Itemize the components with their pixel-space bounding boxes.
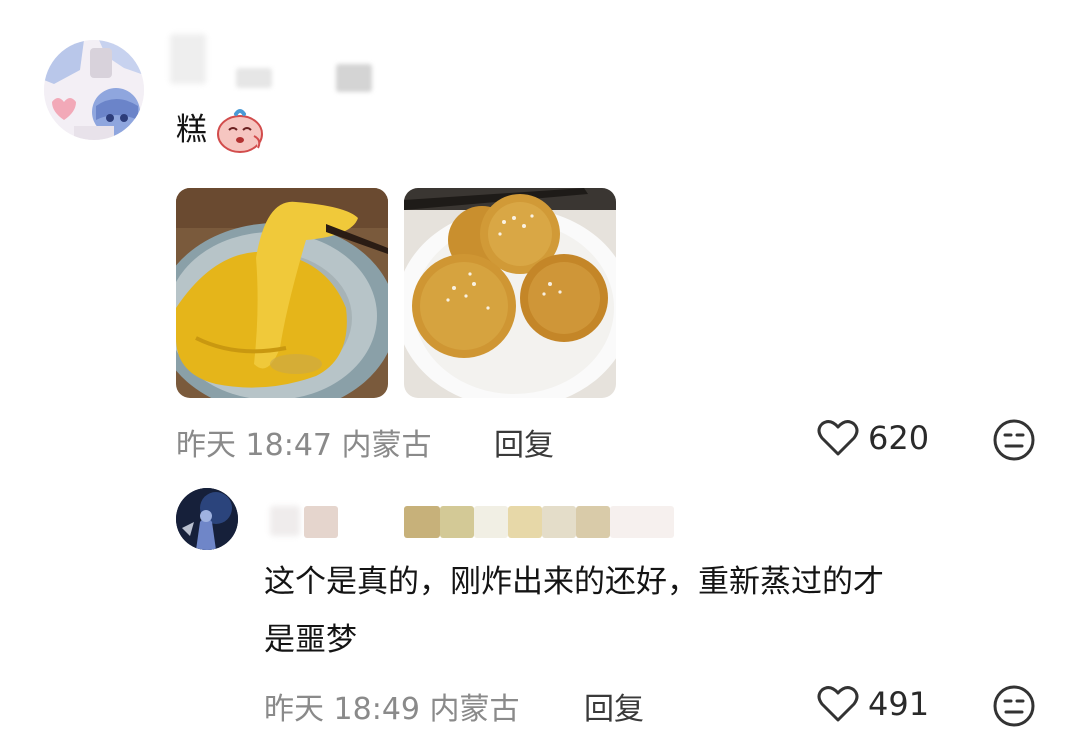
neutral-face-icon[interactable] — [992, 418, 1036, 462]
comment-body: 糕 — [176, 100, 207, 160]
dark-stage-avatar-image — [176, 488, 238, 550]
reply-button[interactable]: 回复 — [494, 420, 554, 464]
username-redacted-part — [404, 506, 440, 538]
username-redacted-part — [336, 64, 372, 92]
username-redacted[interactable] — [170, 34, 206, 84]
crying-bean-sticker — [214, 106, 266, 154]
username-redacted[interactable] — [270, 506, 300, 536]
username-redacted-part — [610, 506, 674, 538]
username-redacted-part — [576, 506, 610, 538]
comment-location: 内蒙古 — [341, 428, 432, 463]
username-redacted-part — [304, 506, 338, 538]
username-redacted-part — [542, 506, 576, 538]
comment-time: 昨天 18:47 — [176, 428, 332, 463]
username-redacted-part — [474, 506, 508, 538]
username-redacted-part — [236, 68, 272, 88]
username-redacted-part — [508, 506, 542, 538]
reply-time: 昨天 18:49 — [264, 692, 420, 727]
reply-body-line1: 这个是真的，刚炸出来的还好，重新蒸过的才 — [264, 564, 884, 600]
neutral-face-icon[interactable] — [992, 684, 1036, 728]
like-count: 491 — [868, 685, 930, 723]
replier-avatar[interactable] — [176, 488, 238, 550]
comment-text: 糕 — [176, 112, 207, 148]
comment-meta: 昨天 18:47 内蒙古 — [176, 420, 432, 464]
durian-cake-photo[interactable] — [176, 188, 388, 398]
anime-avatar-image — [44, 40, 144, 140]
heart-outline-icon — [817, 420, 859, 456]
reply-location: 内蒙古 — [429, 692, 520, 727]
reply-body-line2: 是噩梦 — [264, 622, 357, 658]
username-redacted-part — [440, 506, 474, 538]
like-count: 620 — [868, 419, 930, 457]
like-button[interactable]: 620 — [816, 418, 929, 458]
fried-rice-cakes-photo[interactable] — [404, 188, 616, 398]
reply-button[interactable]: 回复 — [584, 684, 644, 728]
commenter-avatar[interactable] — [44, 40, 144, 140]
heart-outline-icon — [817, 686, 859, 722]
reply-meta: 昨天 18:49 内蒙古 — [264, 684, 520, 728]
like-button[interactable]: 491 — [816, 684, 929, 724]
